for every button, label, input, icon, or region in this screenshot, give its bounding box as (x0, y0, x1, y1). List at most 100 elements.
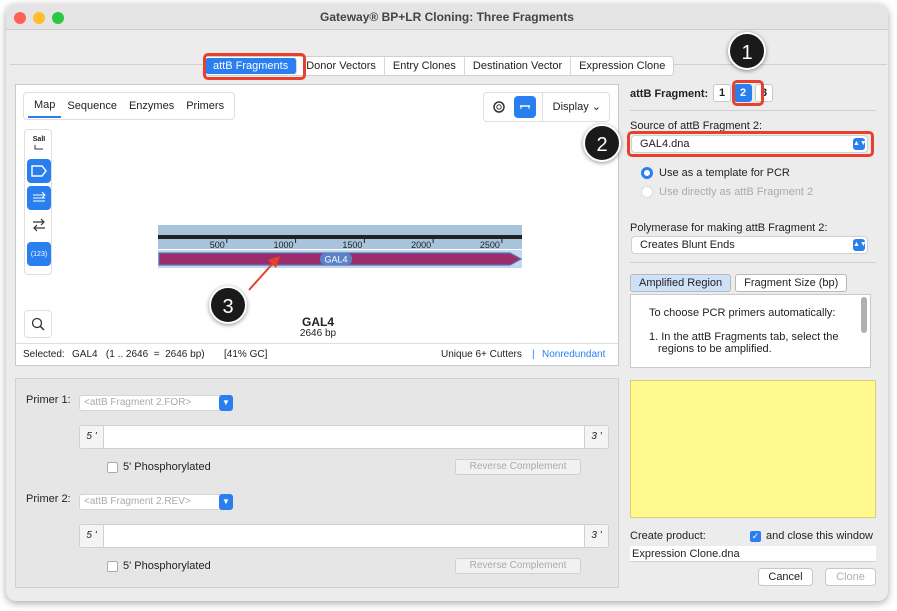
polymerase-label: Polymerase for making attB Fragment 2: (630, 222, 828, 234)
status-separator: | (532, 349, 535, 360)
view-tab-primers[interactable]: Primers (180, 93, 230, 119)
ruler-tick-label: 500 (210, 240, 225, 250)
chevron-down-icon: ⌄ (591, 101, 601, 113)
primer2-phosphorylated-checkbox[interactable]: 5' Phosphorylated (107, 560, 211, 572)
polymerase-select[interactable]: Creates Blunt Ends ▲▼ (631, 236, 868, 254)
info-scrollbar[interactable] (861, 297, 867, 333)
radio-dot-selected (641, 167, 653, 179)
feature-label: GAL4 (324, 255, 347, 265)
tab-amplified-region[interactable]: Amplified Region (630, 274, 732, 292)
primer1-phosphorylated-label: 5' Phosphorylated (123, 461, 211, 473)
nonredundant-link[interactable]: Nonredundant (542, 344, 605, 365)
window-title: Gateway® BP+LR Cloning: Three Fragments (320, 10, 574, 24)
dna-backbone (158, 235, 522, 239)
map-toolbar: SalI (123) (24, 129, 52, 275)
circular-view-icon[interactable] (488, 96, 510, 118)
callout-3: 3 (209, 286, 247, 324)
ruler-tick-label: 2000 (411, 240, 431, 250)
tab-destination-vector[interactable]: Destination Vector (465, 57, 572, 75)
chevron-updown-icon: ▲▼ (853, 239, 867, 251)
product-name-field[interactable]: Expression Clone.dna (630, 546, 876, 562)
highlight-attb-tab (203, 53, 306, 80)
close-window-label: and close this window (766, 530, 874, 542)
chevron-down-icon: ▼ (219, 494, 233, 510)
primer1-value: <attB Fragment 2.FOR> (84, 397, 192, 408)
ruler-tick-label: 2500 (480, 240, 500, 250)
right-divider-2 (630, 262, 876, 263)
display-label: Display (552, 101, 589, 113)
callout-3-arrow (248, 256, 280, 291)
chevron-down-icon: ▼ (219, 395, 233, 411)
map-upper-band (158, 225, 522, 235)
clone-button[interactable]: Clone (825, 568, 876, 586)
primer2-label: Primer 2: (26, 493, 71, 505)
tab-entry-clones[interactable]: Entry Clones (385, 57, 465, 75)
primer2-reverse-complement-button[interactable]: Reverse Complement (455, 558, 581, 574)
cancel-button[interactable]: Cancel (758, 568, 813, 586)
primer2-3-end: 3 ' (584, 525, 608, 547)
primer1-reverse-complement-button[interactable]: Reverse Complement (455, 459, 581, 475)
ruler-tick-label: 1500 (342, 240, 362, 250)
notes-area (630, 380, 876, 518)
polymerase-value: Creates Blunt Ends (640, 239, 735, 251)
checkmark-icon: ✓ (750, 530, 761, 542)
close-window-checkbox[interactable]: ✓ and close this window (750, 530, 873, 542)
callout-1: 1 (728, 32, 766, 70)
region-tabs: Amplified Region Fragment Size (bp) (630, 274, 851, 292)
info-line-1: To choose PCR primers automatically: (649, 307, 836, 319)
map-panel: Map Sequence Enzymes Primers Display ⌄ S… (15, 84, 619, 366)
radio-dot (641, 186, 653, 198)
numbers-tool[interactable]: (123) (27, 242, 51, 266)
gc-content: [41% GC] (224, 349, 268, 360)
primer1-5-end: 5 ' (80, 426, 104, 448)
sequence-length: 2646 bp (299, 328, 337, 339)
feature-tool-icon[interactable] (27, 159, 51, 183)
search-icon[interactable] (24, 310, 52, 338)
fragment-label: attB Fragment: (630, 88, 709, 100)
selected-label: Selected: (23, 349, 65, 360)
tab-fragment-size[interactable]: Fragment Size (bp) (735, 274, 848, 292)
selected-value: GAL4 (1 .. 2646 = 2646 bp) (72, 349, 205, 360)
primer2-phosphorylated-label: 5' Phosphorylated (123, 560, 211, 572)
view-tabs: Map Sequence Enzymes Primers (23, 92, 236, 120)
primer2-sequence-field[interactable]: 5 ' 3 ' (79, 524, 609, 548)
highlight-source (627, 131, 874, 157)
radio-use-directly[interactable]: Use directly as attB Fragment 2 (641, 186, 813, 198)
info-box: To choose PCR primers automatically: 1. … (630, 294, 871, 368)
radio-use-template[interactable]: Use as a template for PCR (641, 167, 790, 179)
primer1-phosphorylated-checkbox[interactable]: 5' Phosphorylated (107, 461, 211, 473)
view-tab-map[interactable]: Map (28, 94, 62, 118)
primer1-label: Primer 1: (26, 394, 71, 406)
restriction-site-tool[interactable]: SalI (27, 132, 51, 156)
highlight-fragment-2 (732, 80, 764, 106)
primer2-value: <attB Fragment 2.REV> (84, 496, 191, 507)
checkbox-box (107, 560, 118, 572)
callout-2: 2 (583, 124, 621, 162)
right-divider (630, 110, 876, 111)
radio-use-template-label: Use as a template for PCR (659, 167, 790, 179)
primer-panel: Primer 1: <attB Fragment 2.FOR> ▼ 5 ' 3 … (15, 378, 619, 588)
sequence-map: 500 1000 1500 2000 2500 GAL4 (158, 225, 523, 268)
fragment-1-button[interactable]: 1 (713, 84, 731, 102)
tab-donor-vectors[interactable]: Donor Vectors (298, 57, 385, 75)
primer1-3-end: 3 ' (584, 426, 608, 448)
title-bar: Gateway® BP+LR Cloning: Three Fragments (6, 4, 888, 30)
map-status-bar: Selected: GAL4 (1 .. 2646 = 2646 bp) [41… (16, 343, 618, 365)
cutters-label[interactable]: Unique 6+ Cutters (441, 344, 522, 365)
view-options: Display ⌄ (482, 92, 610, 122)
view-tab-enzymes[interactable]: Enzymes (123, 93, 180, 119)
tab-expression-clone[interactable]: Expression Clone (571, 57, 673, 75)
orientation-tool-icon[interactable] (27, 213, 51, 237)
sequence-name: GAL4 (301, 315, 334, 329)
radio-use-directly-label: Use directly as attB Fragment 2 (659, 186, 814, 198)
create-product-label: Create product: (630, 530, 706, 542)
info-line-3: regions to be amplified. (658, 343, 772, 355)
translation-tool-icon[interactable] (27, 186, 51, 210)
view-tab-sequence[interactable]: Sequence (61, 93, 123, 119)
primer1-select[interactable]: <attB Fragment 2.FOR> ▼ (79, 395, 233, 411)
primer1-sequence-field[interactable]: 5 ' 3 ' (79, 425, 609, 449)
primer2-5-end: 5 ' (80, 525, 104, 547)
display-menu[interactable]: Display ⌄ (541, 93, 609, 121)
linear-view-icon[interactable] (513, 96, 536, 118)
primer2-select[interactable]: <attB Fragment 2.REV> ▼ (79, 494, 233, 510)
